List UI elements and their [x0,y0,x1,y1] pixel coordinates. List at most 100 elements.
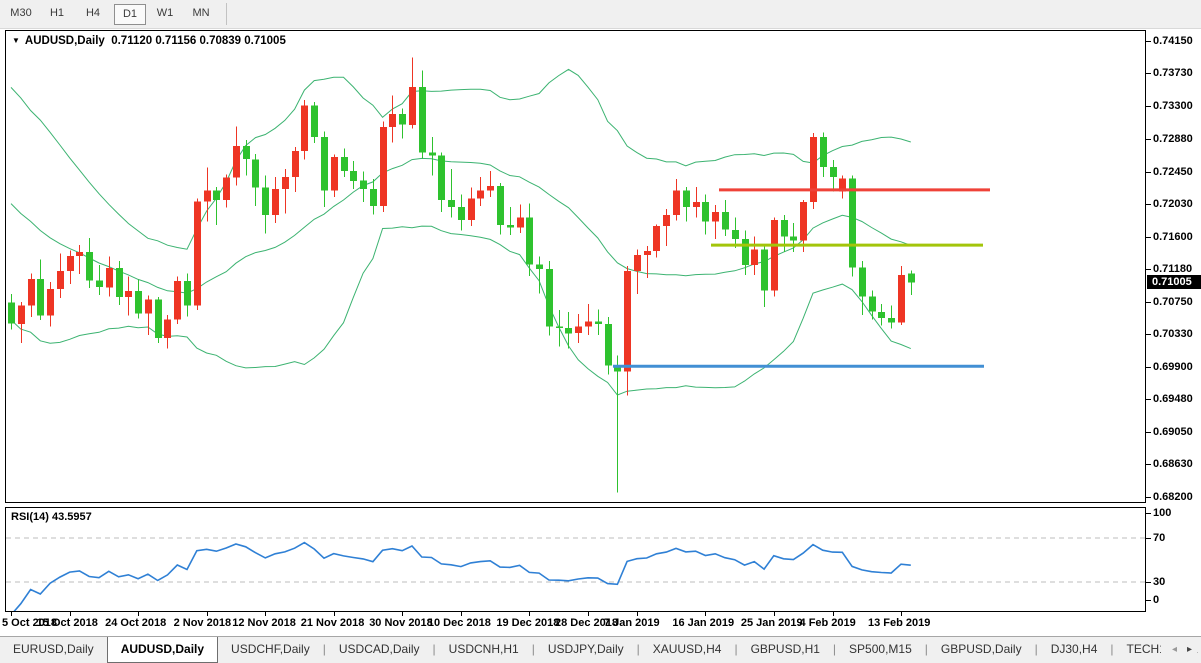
candle-body [869,296,876,311]
tab-scroll-left-icon[interactable]: ◂ [1172,644,1177,655]
date-axis-label: 4 Feb 2019 [800,617,856,629]
candle-body [76,252,83,256]
candle-body [47,289,54,316]
candle-body [849,178,856,267]
candle-body [497,186,504,225]
rsi-axis-label: 100 [1153,507,1171,519]
candles-layer [8,57,915,492]
candle-body [125,291,132,297]
candle-body [331,157,338,191]
timeframe-button-MN[interactable]: MN [186,4,216,23]
candle-body [673,191,680,216]
tab-usdcad-daily[interactable]: USDCAD,Daily [326,637,433,662]
tab-eurusd-daily[interactable]: EURUSD,Daily [0,637,107,662]
price-axis-tick [1146,204,1151,205]
candle-body [321,137,328,191]
chart-ohlc-header: ▼AUDUSD,Daily 0.71120 0.71156 0.70839 0.… [12,35,286,47]
price-axis-tick [1146,172,1151,173]
tab-gbpusd-daily[interactable]: GBPUSD,Daily [928,637,1035,662]
date-axis-label: 13 Feb 2019 [868,617,930,629]
tab-xauusd-h4[interactable]: XAUUSD,H4 [640,637,735,662]
candle-body [468,198,475,220]
rsi-axis-label: 30 [1153,576,1165,588]
candle-body [409,87,416,125]
rsi-axis-tick [1146,538,1151,539]
price-axis-tick [1146,334,1151,335]
tab-dj30-h4[interactable]: DJ30,H4 [1038,637,1111,662]
candle-body [722,212,729,230]
tab-scroll-right-icon[interactable]: ▸ [1187,644,1192,655]
price-axis-tick [1146,139,1151,140]
price-axis-label: 0.73730 [1153,67,1193,79]
candle-body [380,127,387,206]
candle-body [888,318,895,323]
candle-body [448,200,455,207]
main-chart-panel[interactable]: ▼AUDUSD,Daily 0.71120 0.71156 0.70839 0.… [5,30,1146,503]
candle-body [585,322,592,327]
date-axis-label: 12 Nov 2018 [232,617,296,629]
candle-body [370,189,377,206]
price-axis-tick [1146,367,1151,368]
candle-body [624,271,631,371]
candle-body [341,157,348,171]
candle-body [174,281,181,319]
tab-usdchf-daily[interactable]: USDCHF,Daily [218,637,323,662]
timeframe-button-W1[interactable]: W1 [150,4,180,23]
candle-body [389,114,396,127]
candle-body [732,230,739,239]
symbol-dropdown-icon[interactable]: ▼ [12,36,20,45]
timeframe-button-M30[interactable]: M30 [6,4,36,23]
tab-audusd-daily[interactable]: AUDUSD,Daily [107,637,218,663]
candle-body [712,212,719,221]
candle-body [106,268,113,287]
timeframe-button-H1[interactable]: H1 [42,4,72,23]
candle-body [507,225,514,227]
candle-body [311,106,318,137]
price-axis-tick [1146,432,1151,433]
candle-body [830,167,837,177]
candle-body [438,155,445,200]
candle-body [761,250,768,291]
candle-body [301,106,308,151]
tab-sp500-m15[interactable]: SP500,M15 [836,637,925,662]
timeframe-button-H4[interactable]: H4 [78,4,108,23]
candle-body [18,306,25,324]
candle-body [683,191,690,207]
candle-body [86,252,93,280]
candle-body [859,267,866,296]
rsi-indicator-panel[interactable]: RSI(14) 43.5957 [5,507,1146,612]
candle-body [605,324,612,365]
candle-body [37,279,44,316]
candlestick-chart-canvas[interactable] [6,31,1145,502]
date-axis-tick [265,611,266,616]
chart-symbol-label: AUDUSD,Daily [25,35,105,47]
price-axis-label: 0.69050 [1153,426,1193,438]
date-axis-label: 25 Jan 2019 [741,617,803,629]
candle-body [96,280,103,287]
candle-body [184,281,191,306]
date-axis-tick [70,611,71,616]
candle-body [663,215,670,226]
candle-body [194,201,201,305]
price-axis-label: 0.74150 [1153,35,1193,47]
rsi-chart-canvas[interactable] [6,508,1145,611]
timeframe-toolbar: M30 H1 H4 D1W1 MN [0,0,1201,29]
rsi-axis-tick [1146,600,1151,601]
date-axis-label: 10 Dec 2018 [428,617,491,629]
tab-gbpusd-h1[interactable]: GBPUSD,H1 [738,637,833,662]
ohlc-open: 0.71120 [111,35,152,47]
date-axis-tick [334,611,335,616]
candle-body [350,171,357,181]
timeframe-button-D1[interactable]: D1 [114,4,146,25]
date-axis-tick [705,611,706,616]
date-axis-label: 30 Nov 2018 [369,617,433,629]
tab-usdcnh-h1[interactable]: USDCNH,H1 [436,637,532,662]
price-axis-label: 0.72880 [1153,133,1193,145]
candle-body [458,207,465,220]
candle-body [556,326,563,328]
candle-body [487,186,494,191]
candle-body [204,191,211,202]
tab-usdjpy-daily[interactable]: USDJPY,Daily [535,637,637,662]
candle-body [67,256,74,271]
candle-body [262,188,269,216]
